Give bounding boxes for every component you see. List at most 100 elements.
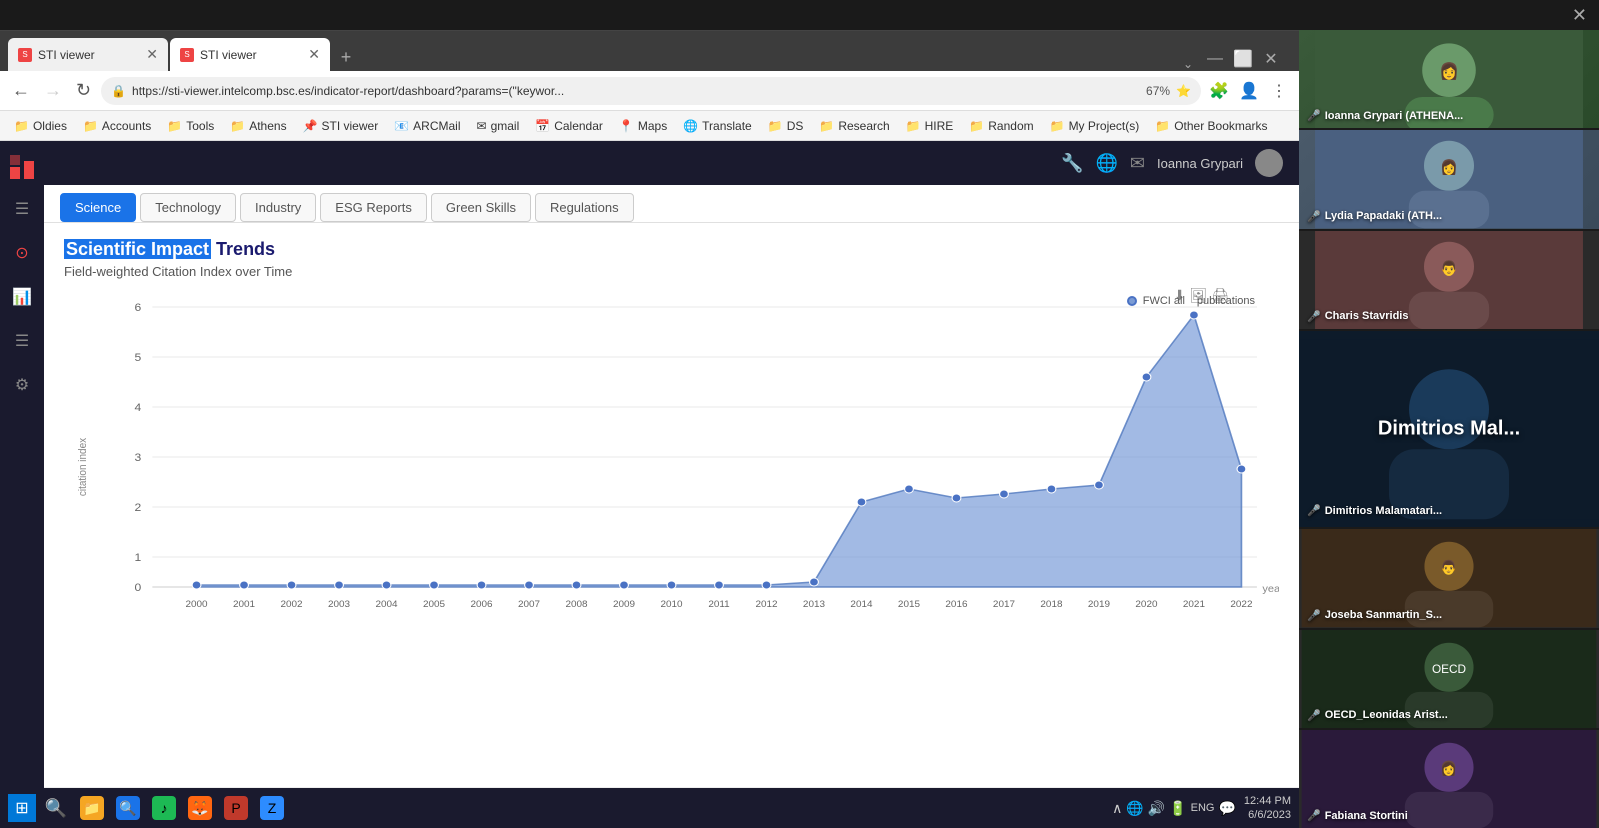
- taskbar-app-zoom[interactable]: Z: [256, 792, 288, 824]
- bookmark-translate[interactable]: 🌐 Translate: [677, 117, 758, 135]
- gmail-icon: ✉: [477, 119, 487, 133]
- bookmarks-bar: 📁 Oldies 📁 Accounts 📁 Tools 📁 Athens 📌 S…: [0, 111, 1299, 141]
- close-window-button[interactable]: ✕: [1259, 47, 1283, 71]
- folder-icon: 📁: [969, 119, 984, 133]
- taskbar-app-powerpoint[interactable]: P: [220, 792, 252, 824]
- taskbar-app-search[interactable]: 🔍: [112, 792, 144, 824]
- menu-button[interactable]: ⋮: [1267, 79, 1291, 103]
- participant-name-7: 🎤 Fabiana Stortini: [1307, 809, 1408, 822]
- calendar-icon: 📅: [535, 119, 550, 133]
- refresh-button[interactable]: ↻: [72, 76, 95, 105]
- svg-text:year: year: [1262, 583, 1279, 594]
- bookmark-star[interactable]: ⭐: [1176, 84, 1191, 98]
- minimize-button[interactable]: —: [1203, 47, 1227, 71]
- tray-sound[interactable]: 🔊: [1148, 800, 1165, 817]
- tab-2[interactable]: S STI viewer ✕: [170, 38, 330, 71]
- tab-dropdown[interactable]: ⌄: [1175, 57, 1201, 71]
- app-sidebar: ☰ ⊙ 📊 ☰ ⚙ 📌: [0, 141, 44, 828]
- bookmark-label: Translate: [702, 119, 752, 133]
- tray-chevron[interactable]: ∧: [1112, 800, 1122, 817]
- sidebar-chart-icon[interactable]: 📊: [4, 279, 40, 315]
- bookmark-research[interactable]: 📁 Research: [813, 117, 895, 135]
- bookmark-oldies[interactable]: 📁 Oldies: [8, 117, 73, 135]
- video-tile-2[interactable]: 👩 🎤 Lydia Papadaki (ATH...: [1299, 130, 1599, 228]
- svg-text:2001: 2001: [233, 599, 255, 609]
- tab-science[interactable]: Science: [60, 193, 136, 222]
- sidebar-home-icon[interactable]: ⊙: [4, 235, 40, 271]
- video-tile-1[interactable]: 👩 🎤 Ioanna Grypari (ATHENA...: [1299, 30, 1599, 128]
- video-tile-5[interactable]: 👨 🎤 Joseba Sanmartin_S...: [1299, 529, 1599, 627]
- video-tile-3[interactable]: 👨 🎤 Charis Stavridis: [1299, 231, 1599, 329]
- profile-button[interactable]: 👤: [1237, 79, 1261, 103]
- bookmark-sti-viewer[interactable]: 📌 STI viewer: [297, 117, 385, 135]
- time-display: 12:44 PM: [1244, 794, 1291, 808]
- svg-text:1: 1: [135, 552, 142, 563]
- svg-text:2015: 2015: [898, 599, 920, 609]
- start-button[interactable]: ⊞: [8, 794, 36, 822]
- bookmark-label: Calendar: [554, 119, 603, 133]
- participant-name-2: 🎤 Lydia Papadaki (ATH...: [1307, 210, 1442, 223]
- tray-network[interactable]: 🌐: [1126, 800, 1143, 817]
- topbar-tool-icon[interactable]: 🔧: [1061, 153, 1083, 174]
- svg-text:2003: 2003: [328, 599, 350, 609]
- close-video-icon[interactable]: ✕: [1572, 5, 1587, 26]
- bookmark-other[interactable]: 📁 Other Bookmarks: [1149, 117, 1273, 135]
- topbar-globe-icon[interactable]: 🌐: [1095, 153, 1117, 174]
- participant-name-3: 🎤 Charis Stavridis: [1307, 310, 1408, 323]
- taskbar: ⊞ 🔍 📁 🔍 ♪ 🦊 P Z ∧ 🌐 🔊 🔋 ENG 💬: [0, 788, 1299, 828]
- tab-industry[interactable]: Industry: [240, 193, 316, 222]
- maximize-button[interactable]: ⬜: [1231, 47, 1255, 71]
- folder-icon: 📁: [167, 119, 182, 133]
- sidebar-list-icon[interactable]: ☰: [4, 323, 40, 359]
- taskbar-search[interactable]: 🔍: [40, 794, 72, 822]
- url-text: https://sti-viewer.intelcomp.bsc.es/indi…: [132, 84, 1140, 98]
- tab-technology[interactable]: Technology: [140, 193, 236, 222]
- bookmark-athens[interactable]: 📁 Athens: [224, 117, 292, 135]
- tab-bar: S STI viewer ✕ S STI viewer ✕ + ⌄ — ⬜ ✕: [0, 31, 1299, 71]
- bookmark-tools[interactable]: 📁 Tools: [161, 117, 220, 135]
- bookmark-random[interactable]: 📁 Random: [963, 117, 1039, 135]
- topbar-mail-icon[interactable]: ✉: [1130, 153, 1145, 174]
- bookmark-gmail[interactable]: ✉ gmail: [471, 117, 526, 135]
- tray-notification[interactable]: 💬: [1218, 800, 1235, 817]
- tab-esg-reports[interactable]: ESG Reports: [320, 193, 427, 222]
- app-layout: ☰ ⊙ 📊 ☰ ⚙ 📌 🔧 🌐 ✉ Ioanna Grypari: [0, 141, 1299, 828]
- mute-icon-5: 🎤: [1307, 609, 1321, 622]
- chart-subtitle: Field-weighted Citation Index over Time: [64, 264, 1279, 279]
- bookmark-hire[interactable]: 📁 HIRE: [900, 117, 960, 135]
- taskbar-time[interactable]: 12:44 PM 6/6/2023: [1244, 794, 1291, 823]
- bookmark-ds[interactable]: 📁 DS: [762, 117, 810, 135]
- bookmark-calendar[interactable]: 📅 Calendar: [529, 117, 609, 135]
- new-tab-button[interactable]: +: [332, 43, 360, 71]
- address-bar[interactable]: 🔒 https://sti-viewer.intelcomp.bsc.es/in…: [101, 77, 1201, 105]
- svg-text:2011: 2011: [708, 599, 729, 609]
- video-tile-4[interactable]: Dimitrios Mal... 🎤 Dimitrios Malamatari.…: [1299, 331, 1599, 528]
- tab-close-1[interactable]: ✕: [146, 46, 158, 63]
- video-tile-7[interactable]: 👩 🎤 Fabiana Stortini: [1299, 730, 1599, 828]
- extensions-button[interactable]: 🧩: [1207, 79, 1231, 103]
- user-avatar[interactable]: [1255, 149, 1283, 177]
- tray-battery[interactable]: 🔋: [1169, 800, 1186, 817]
- tab-1[interactable]: S STI viewer ✕: [8, 38, 168, 71]
- tab-regulations[interactable]: Regulations: [535, 193, 634, 222]
- tab-green-skills[interactable]: Green Skills: [431, 193, 531, 222]
- chart-container: ⬇ 🖼 🖨 FWCI all publications: [64, 287, 1279, 647]
- bookmark-arcmail[interactable]: 📧 ARCMail: [388, 117, 466, 135]
- bookmark-maps[interactable]: 📍 Maps: [613, 117, 673, 135]
- sidebar-menu-icon[interactable]: ☰: [4, 191, 40, 227]
- svg-text:2016: 2016: [945, 599, 967, 609]
- tab-close-2[interactable]: ✕: [308, 46, 320, 63]
- svg-text:2020: 2020: [1135, 599, 1157, 609]
- forward-button[interactable]: →: [40, 76, 66, 105]
- bookmark-accounts[interactable]: 📁 Accounts: [77, 117, 157, 135]
- video-tile-6[interactable]: OECD 🎤 OECD_Leonidas Arist...: [1299, 630, 1599, 728]
- sidebar-settings-icon[interactable]: ⚙: [4, 367, 40, 403]
- taskbar-app-firefox[interactable]: 🦊: [184, 792, 216, 824]
- svg-text:6: 6: [135, 302, 142, 313]
- svg-text:2022: 2022: [1230, 599, 1252, 609]
- bookmark-myprojects[interactable]: 📁 My Project(s): [1044, 117, 1146, 135]
- legend-dot: [1127, 296, 1137, 306]
- back-button[interactable]: ←: [8, 76, 34, 105]
- taskbar-app-spotify[interactable]: ♪: [148, 792, 180, 824]
- taskbar-app-explorer[interactable]: 📁: [76, 792, 108, 824]
